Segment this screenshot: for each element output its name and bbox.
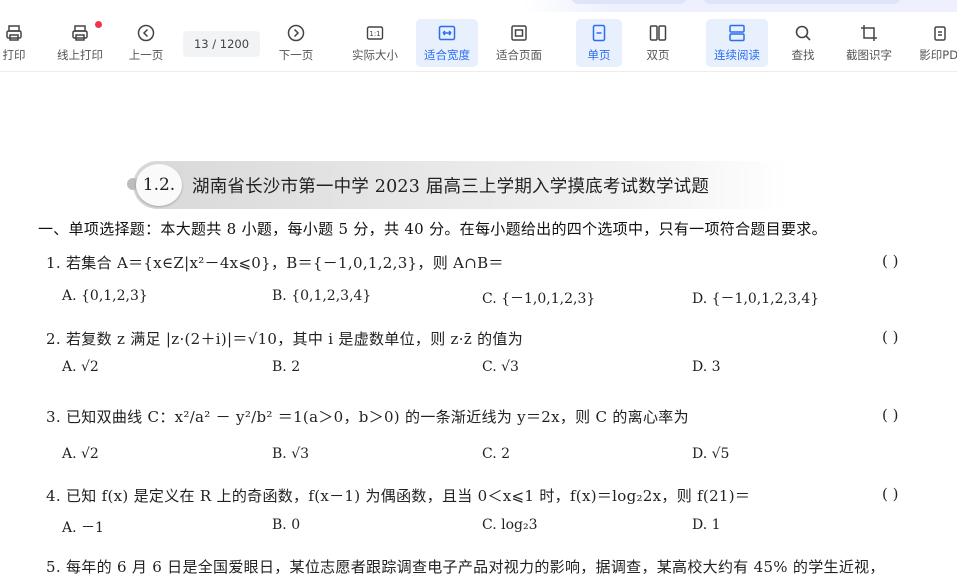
q2-option-c: C. √3 — [482, 359, 519, 375]
photocopy-pdf-label: 影印PDF — [919, 48, 957, 62]
q3-option-b: B. √3 — [272, 446, 310, 462]
double-page-button[interactable]: 双页 — [636, 19, 680, 67]
q4-option-a: A. －1 — [62, 520, 104, 536]
q3-option-c: C. 2 — [482, 446, 511, 462]
print-button[interactable]: 打印 — [0, 19, 32, 67]
crop-icon — [861, 25, 877, 41]
answer-bracket-3: ( ) — [882, 406, 899, 424]
single-page-button[interactable]: 单页 — [576, 19, 622, 67]
chevron-right-circle-icon — [287, 24, 305, 42]
question-4: 4. 已知 f(x) 是定义在 R 上的奇函数，f(x－1) 为偶函数，且当 0… — [46, 487, 751, 505]
question-3: 3. 已知双曲线 C：x²/a² － y²/b² ＝1(a＞0，b＞0) 的一条… — [46, 408, 689, 426]
online-print-button[interactable]: 线上打印 — [54, 19, 106, 67]
chevron-left-circle-icon — [137, 24, 155, 42]
section-number-badge: 1.2. — [136, 164, 182, 206]
section-number: 1.2. — [142, 175, 176, 195]
fit-page-label: 适合页面 — [496, 48, 542, 62]
q1-option-a: A. {0,1,2,3} — [62, 288, 148, 304]
double-page-icon — [649, 25, 667, 41]
answer-bracket-1: ( ) — [882, 252, 899, 270]
next-page-label: 下一页 — [278, 48, 314, 62]
photocopy-icon — [934, 26, 946, 41]
page-number-input[interactable] — [183, 31, 260, 57]
answer-bracket-4: ( ) — [882, 485, 899, 503]
search-icon — [795, 25, 811, 41]
q3-option-d: D. √5 — [692, 446, 730, 462]
actual-size-button[interactable]: 1:1 实际大小 — [348, 19, 402, 67]
question-5: 5. 每年的 6 月 6 日是全国爱眼日，某位志愿者跟踪调查电子产品对视力的影响… — [46, 558, 885, 576]
toolbar: 打印 线上打印 上一页 下一页 1:1 实际大小 适合 — [0, 0, 957, 72]
double-page-label: 双页 — [646, 48, 670, 62]
q4-option-d: D. 1 — [692, 517, 721, 533]
q1-option-d: D. {－1,0,1,2,3,4} — [692, 291, 820, 307]
prev-page-button[interactable]: 上一页 — [124, 19, 168, 67]
section-heading: 一、单项选择题：本大题共 8 小题，每小题 5 分，共 40 分。在每小题给出的… — [38, 220, 827, 238]
answer-bracket-2: ( ) — [882, 328, 899, 346]
fit-width-label: 适合宽度 — [424, 48, 470, 62]
online-printer-icon — [72, 25, 88, 41]
online-print-label: 线上打印 — [57, 48, 103, 62]
top-tab-2[interactable] — [702, 0, 902, 4]
screenshot-ocr-label: 截图识字 — [846, 48, 892, 62]
continuous-reading-label: 连续阅读 — [714, 48, 760, 62]
q2-option-d: D. 3 — [692, 359, 721, 375]
fit-width-button[interactable]: 适合宽度 — [416, 19, 478, 67]
question-2: 2. 若复数 z 满足 |z·(2＋i)|＝√10，其中 i 是虚数单位，则 z… — [46, 330, 523, 348]
fit-width-icon — [438, 25, 456, 41]
actual-size-label: 实际大小 — [352, 48, 398, 62]
actual-size-icon: 1:1 — [366, 26, 384, 40]
top-tab-1[interactable] — [570, 0, 688, 4]
question-1: 1. 若集合 A＝{x∈Z|x²－4x⩽0}，B＝{－1,0,1,2,3}，则 … — [46, 254, 504, 272]
fit-page-icon — [511, 25, 527, 41]
q1-option-c: C. {－1,0,1,2,3} — [482, 291, 596, 307]
printer-icon — [6, 25, 22, 41]
q4-option-c: C. log₂3 — [482, 517, 538, 533]
notification-dot — [95, 21, 102, 28]
q1-option-b: B. {0,1,2,3,4} — [272, 288, 372, 304]
q4-option-b: B. 0 — [272, 517, 301, 533]
single-page-icon — [592, 24, 606, 42]
photocopy-pdf-button[interactable]: 5 影印PDF — [912, 19, 957, 67]
print-label: 打印 — [2, 48, 26, 62]
actual-size-glyph: 1:1 — [369, 30, 380, 38]
q2-option-b: B. 2 — [272, 359, 301, 375]
prev-page-label: 上一页 — [128, 48, 164, 62]
q3-option-a: A. √2 — [62, 446, 99, 462]
q2-option-a: A. √2 — [62, 359, 99, 375]
fit-page-button[interactable]: 适合页面 — [492, 19, 546, 67]
next-page-button[interactable]: 下一页 — [274, 19, 318, 67]
find-button[interactable]: 查找 — [782, 19, 824, 67]
screenshot-ocr-button[interactable]: 截图识字 — [840, 19, 898, 67]
document-title: 湖南省长沙市第一中学 2023 届高三上学期入学摸底考试数学试题 — [192, 177, 710, 197]
document-page: 1.2. 湖南省长沙市第一中学 2023 届高三上学期入学摸底考试数学试题 一、… — [0, 72, 957, 581]
find-label: 查找 — [791, 48, 815, 62]
single-page-label: 单页 — [587, 48, 611, 62]
continuous-reading-icon — [729, 24, 745, 42]
continuous-reading-button[interactable]: 连续阅读 — [706, 19, 768, 67]
